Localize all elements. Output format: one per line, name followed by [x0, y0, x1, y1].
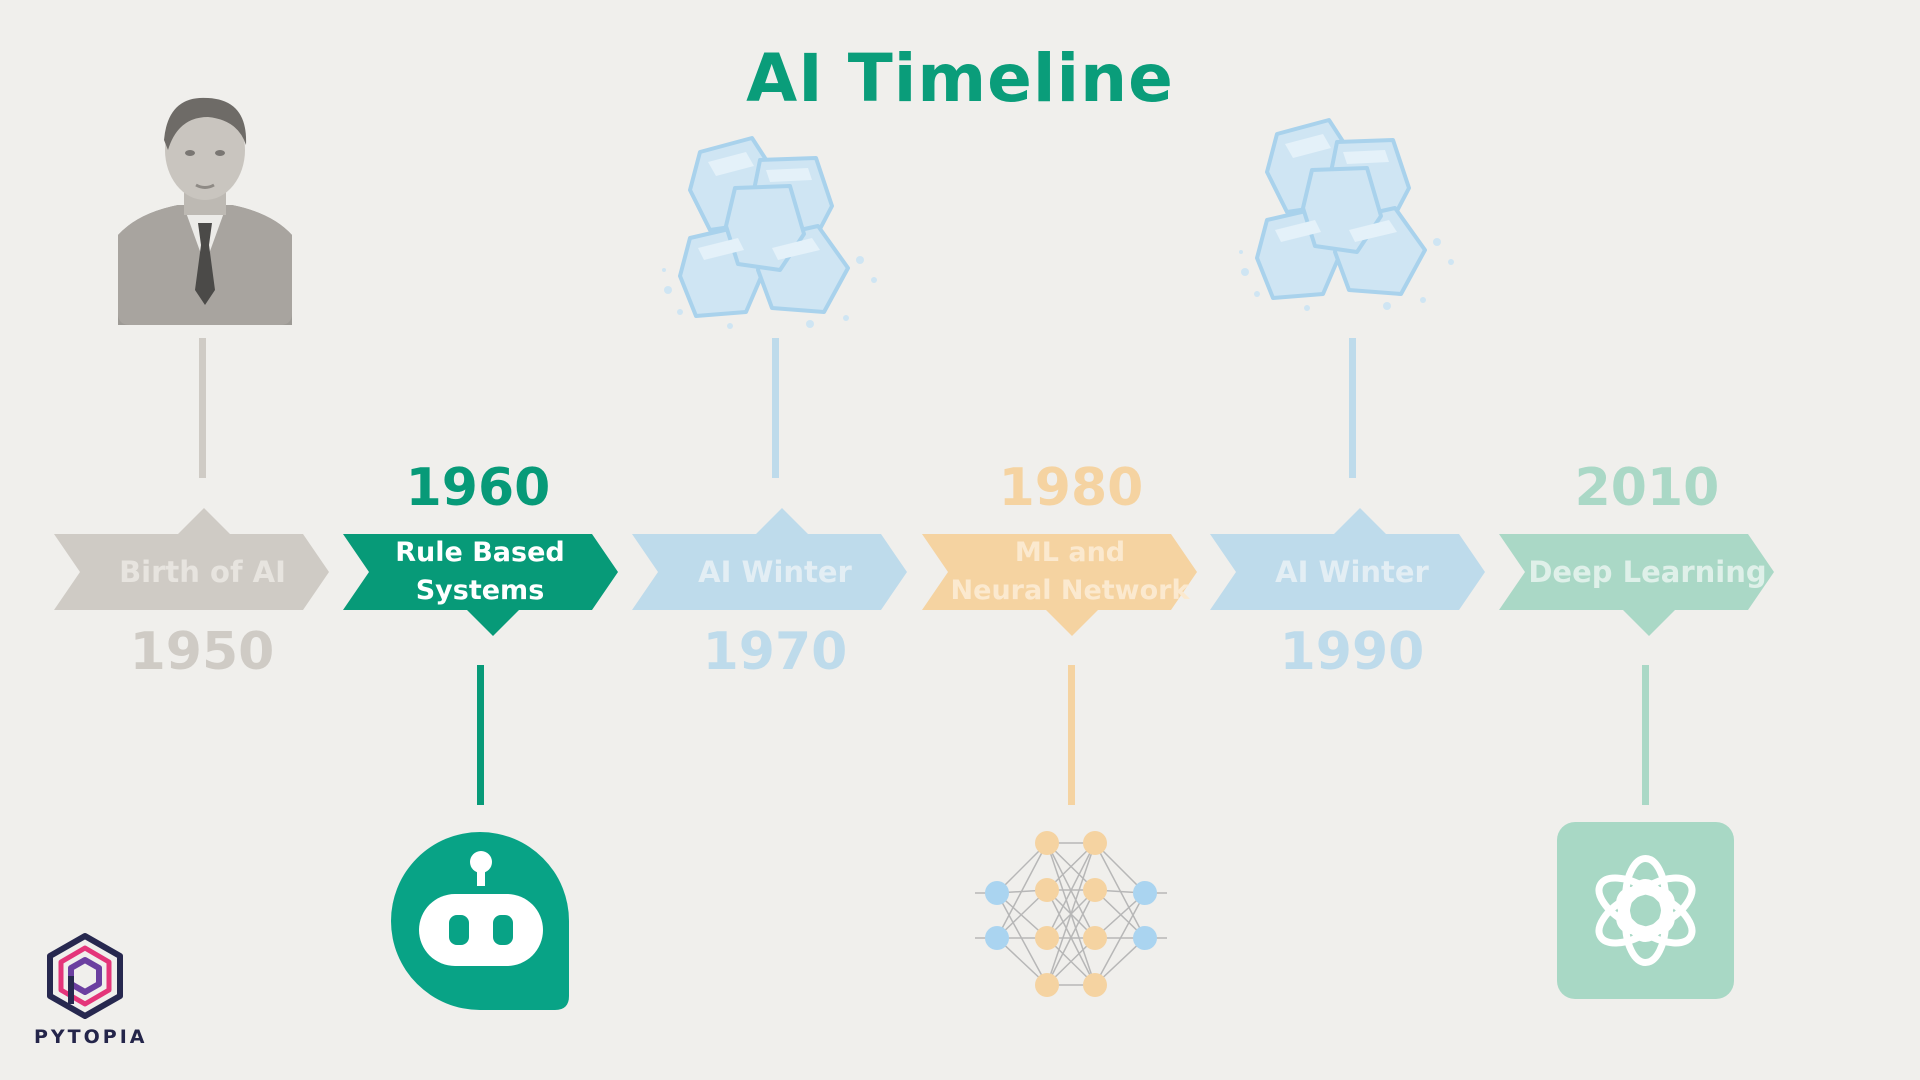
arrow-ai-winter-1990	[1210, 508, 1485, 610]
connector-1970	[772, 338, 779, 478]
nn-node	[1083, 973, 1107, 997]
year-1950: 1950	[129, 622, 275, 682]
neural-network-icon	[975, 831, 1167, 997]
ice-cubes-icon	[662, 136, 877, 329]
connector-1980	[1068, 665, 1075, 805]
connector-2010	[1642, 665, 1649, 805]
nn-node	[1035, 878, 1059, 902]
arrow-deep-learning	[1499, 534, 1774, 636]
portrait-photo-icon	[118, 95, 292, 325]
nn-node	[1083, 831, 1107, 855]
nn-node	[985, 881, 1009, 905]
year-1980: 1980	[998, 458, 1144, 518]
year-1960: 1960	[405, 458, 551, 518]
robot-chat-icon	[391, 832, 569, 1010]
nn-node	[1035, 831, 1059, 855]
arrow-birth-of-ai	[54, 508, 329, 610]
nn-node	[1083, 878, 1107, 902]
brand-name: PYTOPIA	[34, 1026, 148, 1048]
nn-node	[1035, 973, 1059, 997]
nn-node	[985, 926, 1009, 950]
openai-logo-icon	[1557, 822, 1734, 999]
connector-1960	[477, 665, 484, 805]
pytopia-hexagon-logo-icon	[47, 933, 123, 1019]
connector-1990	[1349, 338, 1356, 478]
nn-node	[1035, 926, 1059, 950]
arrow-ai-winter-1970	[632, 508, 907, 610]
arrow-ml-neural-network	[922, 534, 1197, 636]
ice-cubes-icon-2	[1239, 118, 1454, 311]
connector-1950	[199, 338, 206, 478]
arrow-rule-based-systems	[343, 534, 618, 636]
nn-node	[1083, 926, 1107, 950]
nn-node	[1133, 881, 1157, 905]
year-1990: 1990	[1279, 622, 1425, 682]
year-1970: 1970	[702, 622, 848, 682]
nn-node	[1133, 926, 1157, 950]
year-2010: 2010	[1574, 458, 1720, 518]
